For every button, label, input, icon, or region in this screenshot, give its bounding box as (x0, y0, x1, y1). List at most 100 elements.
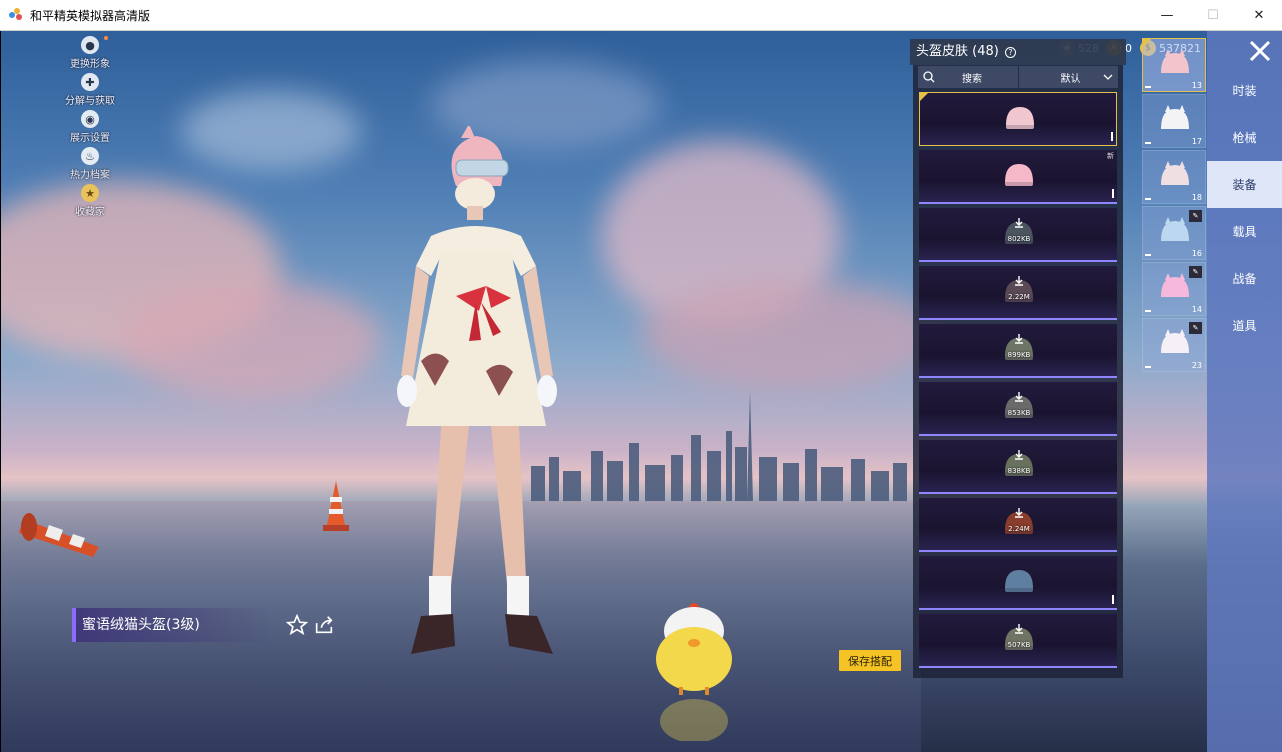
helmet-thumbnail-icon (1161, 161, 1189, 185)
helmet-thumbnail[interactable]: ✎ 23 (1142, 318, 1206, 372)
favorite-star-icon[interactable] (285, 613, 309, 637)
download-icon (1015, 392, 1023, 402)
panel-title: 头盔皮肤 (48) ? (910, 39, 1126, 65)
search-input[interactable]: 搜索 (918, 66, 1018, 88)
helmet-thumbnail-icon (1005, 570, 1033, 592)
helmet-thumbnail[interactable]: 13 (1142, 38, 1206, 92)
helmet-thumbnail-icon (1161, 217, 1189, 241)
skin-list: 新 802KB 2.22M 899KB 853KB 838KB 2.24M 507KB (919, 92, 1117, 672)
sort-label: 默认 (1060, 73, 1081, 85)
category-tab[interactable]: 战备 (1207, 255, 1282, 302)
puzzle-icon: ✚ (81, 73, 99, 91)
thumbnail-dash (1145, 86, 1151, 88)
new-tag: 新 (1107, 152, 1114, 160)
left-menu-heat-archive[interactable]: ♨ 热力档案 (60, 147, 120, 184)
left-menu-label: 更换形象 (70, 59, 110, 70)
skin-download-size: 507KB (1007, 641, 1031, 649)
selected-corner-tag (1143, 39, 1151, 47)
selected-corner-tag (920, 93, 928, 101)
category-tab[interactable]: 枪械 (1207, 114, 1282, 161)
category-tab[interactable]: 载具 (1207, 208, 1282, 255)
skin-row[interactable] (919, 556, 1117, 610)
recent-helmet-thumbnails: 13 17 18 ✎ 16 ✎ 14 ✎ 23 (1142, 38, 1206, 374)
helmet-thumbnail-icon (1005, 164, 1033, 186)
helmet-thumbnail[interactable]: ✎ 14 (1142, 262, 1206, 316)
skin-download-size: 853KB (1007, 409, 1031, 417)
skin-row[interactable]: 853KB (919, 382, 1117, 436)
thumbnail-dash (1145, 366, 1151, 368)
skin-download-size: 838KB (1007, 467, 1031, 475)
thumbnail-dash (1145, 198, 1151, 200)
skin-row[interactable]: 507KB (919, 614, 1117, 668)
lock-badge-icon: ✎ (1189, 266, 1202, 278)
helmet-thumbnail[interactable]: 17 (1142, 94, 1206, 148)
thumbnail-count: 13 (1191, 81, 1202, 90)
category-tab[interactable]: 时装 (1207, 67, 1282, 114)
save-outfit-button[interactable]: 保存搭配 (839, 650, 901, 671)
helmet-thumbnail-icon (1161, 273, 1189, 297)
left-menu-display-settings[interactable]: ◉ 展示设置 (60, 110, 120, 147)
close-icon[interactable] (1246, 37, 1274, 65)
fallen-traffic-cone (19, 513, 99, 557)
lock-badge-icon: ✎ (1189, 322, 1202, 334)
download-icon (1015, 334, 1023, 344)
left-menu-label: 收藏家 (75, 207, 105, 218)
helmet-thumbnail-icon (1161, 105, 1189, 129)
flame-icon: ♨ (81, 147, 99, 165)
download-icon (1015, 450, 1023, 460)
thumbnail-count: 17 (1191, 137, 1202, 146)
skin-row[interactable]: 2.24M (919, 498, 1117, 552)
app-logo-icon (9, 8, 23, 22)
traffic-cone (323, 481, 349, 531)
download-icon (1015, 508, 1023, 518)
helmet-thumbnail-icon (1161, 49, 1189, 73)
chevron-down-icon (1103, 74, 1112, 80)
skin-download-size: 2.24M (1008, 525, 1030, 533)
download-icon (1015, 276, 1023, 286)
left-menu-change-appearance[interactable]: ● 更换形象 (60, 36, 120, 73)
helmet-thumbnail-icon (1006, 107, 1034, 129)
eye-icon: ◉ (81, 110, 99, 128)
helmet-thumbnail-icon (1161, 329, 1189, 353)
skin-row[interactable]: 838KB (919, 440, 1117, 494)
skin-row[interactable]: 899KB (919, 324, 1117, 378)
maximize-button[interactable]: ☐ (1190, 0, 1236, 31)
equipped-tick (1112, 595, 1114, 604)
helmet-thumbnail[interactable]: 18 (1142, 150, 1206, 204)
share-icon[interactable] (312, 613, 336, 637)
skin-row[interactable]: 802KB (919, 208, 1117, 262)
helmet-thumbnail[interactable]: ✎ 16 (1142, 206, 1206, 260)
sort-dropdown[interactable]: 默认 (1018, 66, 1118, 88)
left-menu-label: 展示设置 (70, 133, 110, 144)
category-tab[interactable]: 装备 (1207, 161, 1282, 208)
equipped-tick (1111, 132, 1113, 141)
search-label: 搜索 (962, 73, 982, 85)
skin-download-size: 2.22M (1008, 293, 1030, 301)
search-icon (923, 71, 935, 83)
thumbnail-count: 23 (1191, 361, 1202, 370)
skin-download-size: 802KB (1007, 235, 1031, 243)
window-titlebar: 和平精英模拟器高清版 — ☐ ✕ (0, 0, 1282, 31)
lock-badge-icon: ✎ (1189, 210, 1202, 222)
currency-value: 0 (1125, 41, 1132, 55)
left-menu: ● 更换形象 ✚ 分解与获取 ◉ 展示设置 ♨ 热力档案 ★ 收藏家 (60, 36, 120, 221)
help-icon[interactable]: ? (1004, 47, 1016, 58)
skin-row[interactable]: 新 (919, 150, 1117, 204)
left-menu-collector[interactable]: ★ 收藏家 (60, 184, 120, 221)
minimize-button[interactable]: — (1144, 0, 1190, 31)
thumbnail-count: 18 (1191, 193, 1202, 202)
thumbnail-count: 14 (1191, 305, 1202, 314)
left-menu-decompose[interactable]: ✚ 分解与获取 (60, 73, 120, 110)
download-icon (1015, 624, 1023, 634)
thumbnail-dash (1145, 254, 1151, 256)
left-menu-label: 分解与获取 (65, 96, 115, 107)
download-icon (1015, 218, 1023, 228)
equipped-tick (1112, 189, 1114, 198)
skin-row[interactable] (919, 92, 1117, 146)
thumbnail-count: 16 (1191, 249, 1202, 258)
skin-row[interactable]: 2.22M (919, 266, 1117, 320)
category-tab[interactable]: 道具 (1207, 302, 1282, 349)
character-model (397, 126, 557, 654)
close-window-button[interactable]: ✕ (1236, 0, 1282, 31)
skin-download-size: 899KB (1007, 351, 1031, 359)
